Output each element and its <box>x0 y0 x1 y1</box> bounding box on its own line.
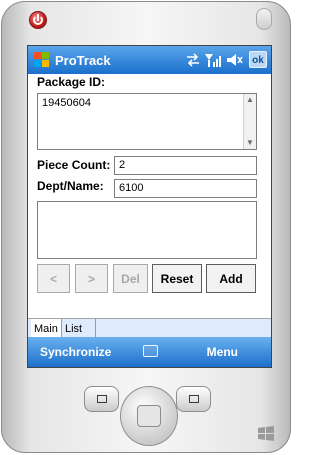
screen: ProTrack ok Package ID: 19450604 ▲ ▼ Pie… <box>27 45 272 368</box>
synchronize-softkey[interactable]: Synchronize <box>40 345 111 359</box>
right-hardware-button[interactable] <box>176 386 211 412</box>
menu-bar: Synchronize Menu <box>28 337 271 367</box>
ok-button[interactable]: ok <box>249 51 267 68</box>
stylus-slot <box>256 8 272 30</box>
navigation-pad[interactable] <box>120 386 178 446</box>
scroll-up-arrow-icon[interactable]: ▲ <box>244 94 256 106</box>
volume-icon <box>227 54 243 66</box>
menu-softkey[interactable]: Menu <box>207 345 238 359</box>
app-title: ProTrack <box>55 53 111 68</box>
power-button[interactable] <box>29 11 47 29</box>
left-hardware-button[interactable] <box>84 386 119 412</box>
delete-button[interactable]: Del <box>113 264 148 293</box>
scroll-down-arrow-icon[interactable]: ▼ <box>244 137 256 149</box>
dept-name-field[interactable]: 6100 <box>114 179 257 198</box>
tab-strip: Main List <box>28 318 271 339</box>
windows-flag-icon[interactable] <box>34 52 50 68</box>
tab-list[interactable]: List <box>62 319 96 339</box>
action-button[interactable] <box>137 405 161 427</box>
reset-button[interactable]: Reset <box>152 264 202 293</box>
piece-count-label: Piece Count: <box>37 158 111 172</box>
package-id-value: 19450604 <box>42 97 91 109</box>
package-id-scrollbar[interactable]: ▲ ▼ <box>243 94 256 149</box>
windows-logo-icon <box>258 426 274 441</box>
piece-count-field[interactable]: 2 <box>114 156 257 175</box>
add-button[interactable]: Add <box>206 264 256 293</box>
signal-icon <box>205 54 221 67</box>
prev-button[interactable]: < <box>37 264 70 293</box>
tab-main[interactable]: Main <box>31 319 62 339</box>
pocket-pc-device: ProTrack ok Package ID: 19450604 ▲ ▼ Pie… <box>1 1 291 453</box>
keyboard-icon[interactable] <box>143 345 158 357</box>
sync-icon <box>187 53 199 67</box>
notes-textbox[interactable] <box>37 201 257 259</box>
right-hardware-icon <box>189 395 199 403</box>
left-hardware-icon <box>97 395 107 403</box>
title-bar: ProTrack ok <box>28 46 271 74</box>
dept-name-label: Dept/Name: <box>37 179 104 193</box>
package-id-textbox[interactable]: 19450604 ▲ ▼ <box>37 93 257 150</box>
package-id-label: Package ID: <box>37 75 106 89</box>
next-button[interactable]: > <box>75 264 108 293</box>
